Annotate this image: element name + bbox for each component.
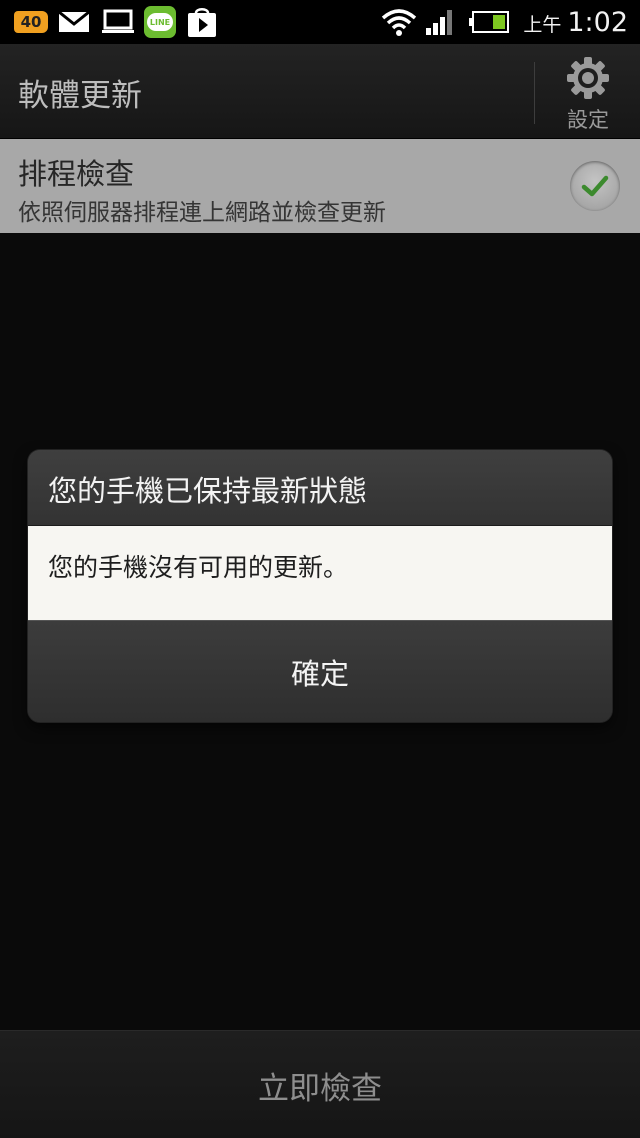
scheduled-check-row[interactable]: 排程檢查 依照伺服器排程連上網路並檢查更新 [0, 139, 640, 233]
dialog-body: 您的手機沒有可用的更新。 [28, 526, 612, 620]
ok-button[interactable]: 確定 [28, 621, 612, 722]
wifi-icon [382, 9, 417, 36]
clock: 上午 1:02 [523, 7, 628, 38]
battery-icon [469, 11, 510, 33]
checkmark-icon [581, 175, 609, 197]
status-bar: 40 LINE 上午 1:02 [0, 0, 640, 44]
page-title: 軟體更新 [18, 78, 142, 114]
clock-time: 1:02 [567, 6, 628, 38]
up-to-date-dialog: 您的手機已保持最新狀態 您的手機沒有可用的更新。 確定 [28, 450, 612, 722]
line-icon: LINE [144, 6, 176, 38]
action-bar-divider [534, 62, 535, 124]
bottom-bar: 立即檢查 [0, 1030, 640, 1138]
notification-count-badge: 40 [14, 11, 48, 33]
dialog-header: 您的手機已保持最新狀態 [28, 450, 612, 526]
scheduled-check-checkbox[interactable] [570, 161, 620, 211]
gear-icon [567, 57, 609, 99]
dialog-title: 您的手機已保持最新狀態 [48, 474, 368, 508]
signal-icon [426, 10, 453, 35]
mail-icon [58, 11, 90, 32]
line-label: LINE [147, 13, 173, 31]
play-store-icon [188, 8, 216, 37]
check-now-button[interactable]: 立即檢查 [0, 1031, 640, 1138]
settings-button[interactable]: 設定 [548, 52, 628, 134]
media-icon [102, 9, 134, 33]
action-bar: 軟體更新 設定 [0, 44, 640, 139]
scheduled-check-title: 排程檢查 [18, 157, 135, 191]
dialog-footer: 確定 [28, 620, 612, 722]
system-icons: 上午 1:02 [381, 4, 628, 40]
dialog-message: 您的手機沒有可用的更新。 [48, 553, 349, 582]
clock-ampm: 上午 [523, 13, 562, 36]
settings-label: 設定 [567, 108, 609, 132]
screen: 40 LINE 上午 1:02 軟體更新 設定 排程檢查 依照伺服器排程連上網路… [0, 0, 640, 1138]
notification-icons: 40 LINE [14, 6, 218, 38]
scheduled-check-summary: 依照伺服器排程連上網路並檢查更新 [18, 200, 386, 226]
